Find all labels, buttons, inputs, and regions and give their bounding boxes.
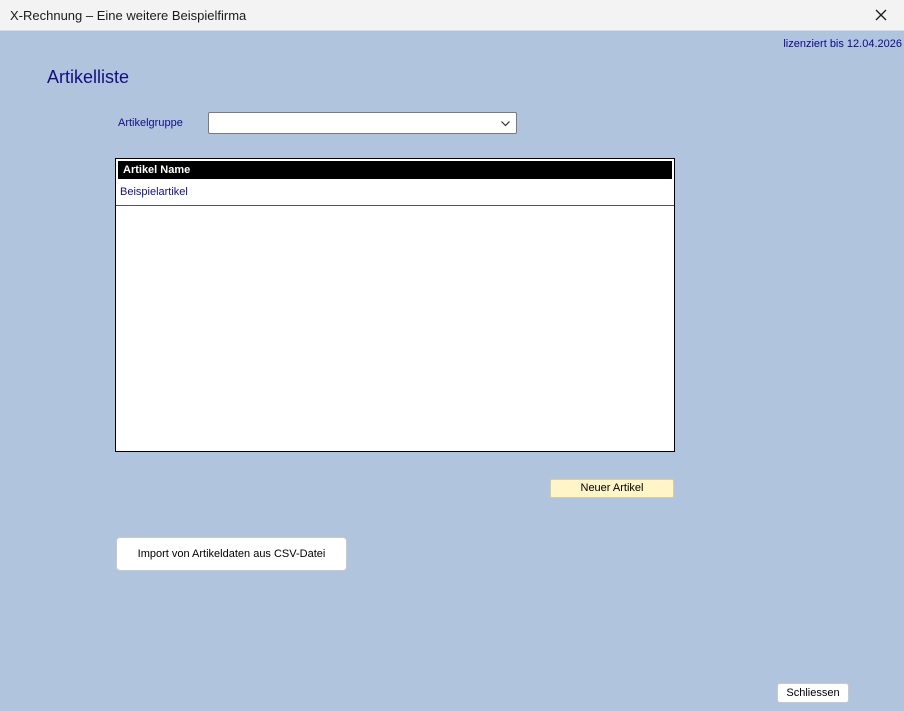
chevron-down-icon bbox=[501, 121, 510, 127]
article-group-label: Artikelgruppe bbox=[118, 117, 183, 129]
close-icon bbox=[875, 9, 887, 21]
article-group-select[interactable] bbox=[208, 112, 517, 134]
page-title: Artikelliste bbox=[47, 67, 130, 87]
license-info: lizenziert bis 12.04.2026 bbox=[783, 38, 902, 50]
article-list[interactable]: Artikel Name Beispielartikel bbox=[115, 158, 675, 452]
title-bar: X-Rechnung – Eine weitere Beispielfirma bbox=[0, 0, 904, 31]
import-csv-button[interactable]: Import von Artikeldaten aus CSV-Datei bbox=[116, 537, 347, 571]
new-article-button[interactable]: Neuer Artikel bbox=[550, 479, 674, 498]
window-close-button[interactable] bbox=[858, 0, 904, 30]
close-button[interactable]: Schliessen bbox=[777, 683, 849, 703]
list-item[interactable]: Beispielartikel bbox=[116, 179, 674, 206]
window-title: X-Rechnung – Eine weitere Beispielfirma bbox=[10, 8, 247, 23]
column-header-article-name[interactable]: Artikel Name bbox=[118, 161, 672, 179]
